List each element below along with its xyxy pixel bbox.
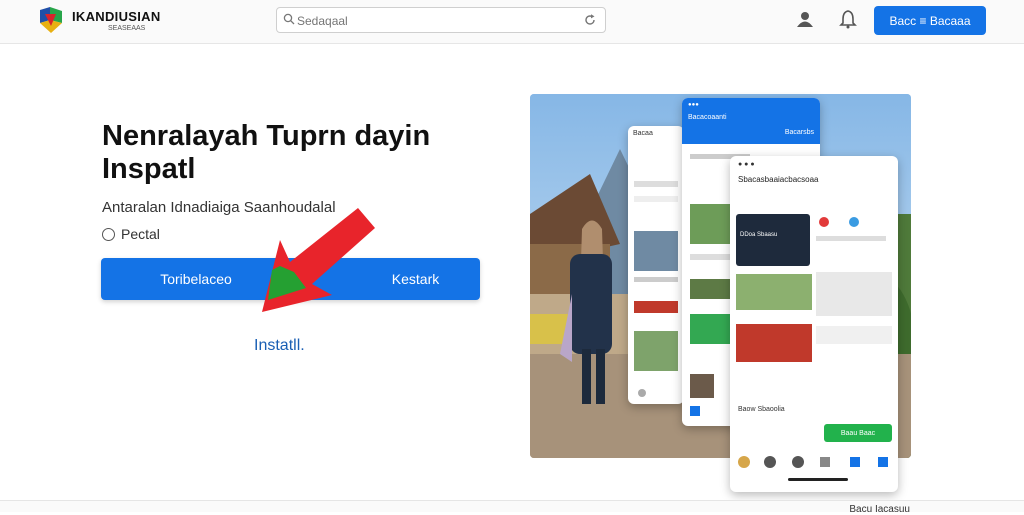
option-radio[interactable]: Pectal	[102, 226, 160, 242]
phone1-content	[634, 181, 678, 397]
phone3-nav	[738, 456, 888, 481]
phone-preview-front: ● ● ● Sbacasbaaiacbacsoaa DDoa Sbaasu Ba…	[730, 156, 898, 492]
login-button[interactable]: Bacc ≡ Bacaaa	[874, 6, 986, 35]
footer-text: Bacu Iacasuu	[849, 504, 910, 515]
install-link[interactable]: Instatll.	[254, 337, 305, 355]
phone3-title: Sbacasbaaiacbacsoaa	[738, 175, 819, 184]
phone3-images	[736, 274, 812, 362]
radio-circle[interactable]	[102, 227, 115, 241]
phone3-card[interactable]: DDoa Sbaasu	[736, 214, 810, 266]
phone3-action-button[interactable]: Baau Baac	[824, 424, 892, 442]
search-icon	[283, 13, 295, 25]
pointer-arrow-icon	[262, 208, 375, 312]
refresh-icon[interactable]	[583, 13, 597, 27]
phone2-header: ●●● Bacacoaanti Bacarsbs	[682, 98, 820, 144]
phone2-tab[interactable]: Bacarsbs	[688, 129, 814, 136]
brand-tagline: SEASEAAS	[108, 25, 146, 32]
brand-name: IKANDIUSIAN	[72, 9, 161, 24]
search-input[interactable]	[297, 12, 577, 30]
phone3-side	[816, 217, 892, 344]
radio-label: Pectal	[121, 226, 160, 242]
top-bar: IKANDIUSIAN SEASEAAS Bacc ≡ Bacaaa	[0, 0, 1024, 44]
logo-icon[interactable]	[36, 6, 66, 34]
search-box[interactable]	[276, 7, 606, 33]
phone3-row[interactable]: Baow Sbaoolia	[738, 406, 785, 413]
phone1-title: Bacaa	[633, 130, 653, 137]
hero-title: Nenralayah Tuprn dayin Inspatl	[102, 120, 431, 185]
bell-icon[interactable]	[838, 9, 858, 29]
phone-preview-left: Bacaa	[628, 126, 684, 404]
phone2-title: Bacacoaanti	[688, 114, 727, 121]
user-icon[interactable]	[795, 10, 815, 28]
